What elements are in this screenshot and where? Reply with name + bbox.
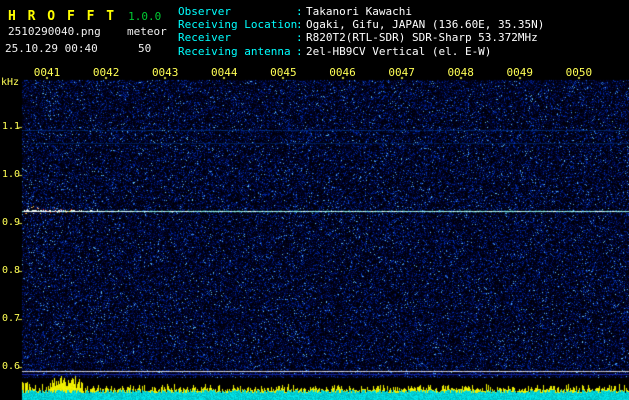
station-info-panel: Observer: Takanori Kawachi Receiving Locat… <box>178 5 544 58</box>
info-row: Receiving antenna:2el-HB9CV Vertical (el… <box>178 45 544 58</box>
frequency-tick-label: 0.6 <box>2 361 21 372</box>
info-separator: : <box>296 18 303 32</box>
frequency-unit-label: kHz <box>1 77 20 88</box>
app-title: H R O F F T <box>8 9 117 24</box>
frequency-tick-label: 0.8 <box>2 265 21 276</box>
text-overlay: H R O F F T 1.0.0 2510290040.png meteor 25… <box>0 0 629 400</box>
hrofft-spectrogram-window: H R O F F T 1.0.0 2510290040.png meteor 25… <box>0 0 629 400</box>
info-value: R820T2(RTL-SDR) SDR-Sharp 53.372MHz <box>306 31 538 45</box>
info-label: Receiving antenna <box>178 44 291 58</box>
time-tick-label: 0049 <box>506 66 534 79</box>
info-separator: : <box>296 5 303 18</box>
time-tick-label: 0043 <box>151 66 179 79</box>
time-tick-label: 0047 <box>388 66 415 79</box>
observation-mode: meteor <box>127 25 167 38</box>
observation-datetime: 25.10.29 00:40 <box>5 42 98 55</box>
info-label: Receiving Location <box>178 18 298 32</box>
file-row: 2510290040.png meteor <box>8 25 167 38</box>
info-value: Takanori Kawachi <box>306 5 412 18</box>
info-value: Ogaki, Gifu, JAPAN (136.60E, 35.35N) <box>306 18 545 32</box>
frequency-tick-label: 1.1 <box>2 121 21 132</box>
time-tick-label: 0046 <box>329 66 356 79</box>
date-row: 25.10.29 00:40 50 <box>5 42 151 55</box>
gain-value: 50 <box>138 42 152 55</box>
info-separator: : <box>296 44 303 58</box>
output-filename: 2510290040.png <box>8 25 101 38</box>
time-tick-label: 0042 <box>92 66 120 79</box>
info-row: Receiver: R820T2(RTL-SDR) SDR-Sharp 53.37… <box>178 31 544 44</box>
time-tick-label: 0045 <box>270 66 297 79</box>
info-row: Receiving Location: Ogaki, Gifu, JAPAN (1… <box>178 18 544 31</box>
time-tick-label: 0048 <box>447 66 474 79</box>
info-row: Observer: Takanori Kawachi <box>178 5 544 18</box>
frequency-tick-label: 0.9 <box>2 217 21 228</box>
title-row: H R O F F T 1.0.0 <box>8 5 161 24</box>
app-version: 1.0.0 <box>128 10 162 23</box>
time-tick-label: 0041 <box>33 66 61 79</box>
time-tick-label: 0050 <box>565 66 593 79</box>
frequency-tick-label: 1.0 <box>2 169 21 180</box>
info-separator: : <box>296 31 303 45</box>
info-label: Receiver <box>178 31 231 45</box>
time-tick-label: 0044 <box>211 66 238 79</box>
info-value: 2el-HB9CV Vertical (el. E-W) <box>306 44 492 58</box>
frequency-tick-label: 0.7 <box>2 313 21 324</box>
info-label: Observer <box>178 5 231 18</box>
